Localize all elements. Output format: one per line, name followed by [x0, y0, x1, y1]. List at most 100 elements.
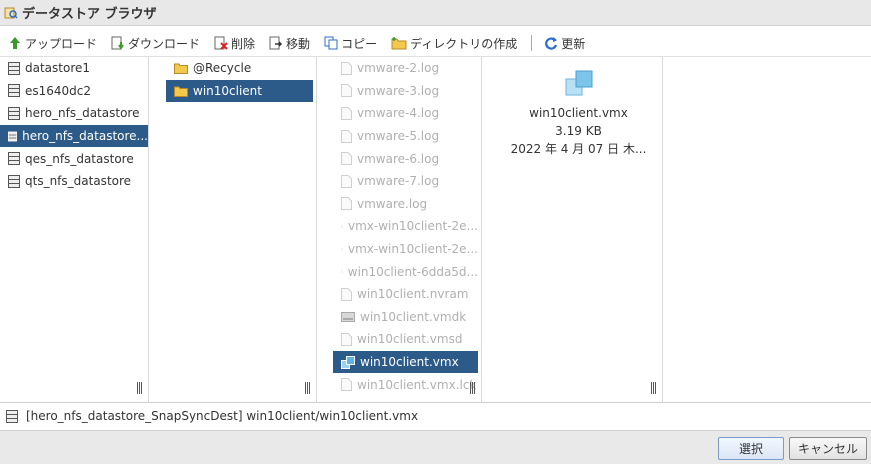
upload-button[interactable]: アップロード [8, 35, 97, 52]
datastore-icon [8, 174, 20, 188]
file-label: vmx-win10client-2e... [348, 242, 478, 257]
file-item[interactable]: vmware.log [333, 193, 478, 216]
file-item[interactable]: vmx-win10client-2e... [333, 215, 478, 238]
datastore-icon [8, 131, 18, 142]
file-label: vmware-4.log [357, 106, 440, 121]
disk-icon [341, 311, 355, 322]
detail-file-date: 2022 年 4 月 07 日 木... [510, 142, 647, 156]
datastore-label: hero_nfs_datastore [25, 106, 140, 121]
file-label: win10client.vmx.lck [357, 377, 477, 392]
file-icon [341, 225, 343, 228]
cancel-button-label: キャンセル [797, 442, 858, 456]
datastore-label: qes_nfs_datastore [25, 151, 134, 166]
move-button[interactable]: 移動 [269, 35, 310, 52]
folder-icon [174, 86, 188, 97]
file-details: win10client.vmx 3.19 KB 2022 年 4 月 07 日 … [495, 57, 662, 157]
datastore-label: es1640dc2 [25, 83, 92, 98]
file-item[interactable]: win10client.vmx.lck [333, 373, 478, 396]
datastore-browser-dialog: データストア ブラウザ アップロード ダウンロード 削除 移動 コピー ディレク… [0, 0, 871, 464]
file-label: vmware-5.log [357, 129, 440, 144]
file-item[interactable]: vmware-6.log [333, 147, 478, 170]
upload-label: アップロード [25, 36, 98, 51]
folder-item-selected[interactable]: win10client [166, 79, 313, 103]
dialog-footer: 選択 キャンセル [0, 430, 871, 464]
file-item[interactable]: vmware-2.log [333, 57, 478, 80]
datastore-label: hero_nfs_datastore... [22, 129, 148, 144]
datastore-label: qts_nfs_datastore [25, 174, 132, 189]
refresh-button[interactable]: 更新 [544, 35, 585, 52]
folder-icon [174, 63, 188, 75]
file-item[interactable]: vmware-7.log [333, 170, 478, 193]
file-list: vmware-2.log vmware-3.log vmware-4.log v… [330, 57, 482, 402]
file-label: vmware-2.log [357, 61, 440, 76]
file-icon [341, 129, 352, 143]
file-label: vmware-6.log [357, 151, 440, 166]
file-item[interactable]: win10client.vmdk [333, 306, 478, 329]
file-icon [341, 197, 352, 211]
folder-list: @Recycle win10client [163, 57, 317, 402]
detail-file-size: 3.19 KB [555, 124, 602, 138]
file-item[interactable]: vmware-4.log [333, 102, 478, 125]
file-icon [341, 174, 352, 188]
column-resize-handle[interactable] [305, 382, 313, 394]
file-item[interactable]: vmware-5.log [333, 125, 478, 148]
datastore-label: datastore1 [25, 61, 91, 76]
refresh-label: 更新 [561, 36, 586, 51]
delete-label: 削除 [231, 36, 256, 51]
datastore-icon [8, 106, 20, 120]
datastore-icon [8, 152, 20, 166]
datastore-item[interactable]: datastore1 [0, 57, 148, 80]
title-bar: データストア ブラウザ [0, 0, 871, 26]
file-item[interactable]: win10client-6dda5d... [333, 260, 478, 283]
datastore-item-selected[interactable]: hero_nfs_datastore... [0, 124, 148, 148]
file-label: win10client.nvram [357, 287, 469, 302]
status-bar: [hero_nfs_datastore_SnapSyncDest] win10c… [0, 402, 871, 429]
new-folder-icon [391, 37, 407, 50]
select-button[interactable]: 選択 [718, 437, 784, 460]
create-directory-button[interactable]: ディレクトリの作成 [391, 35, 517, 52]
column-resize-handle[interactable] [137, 382, 145, 394]
upload-arrow-icon [10, 37, 20, 49]
file-item[interactable]: win10client.vmsd [333, 328, 478, 351]
move-icon [269, 36, 283, 50]
vm-config-large-icon [565, 70, 592, 96]
copy-icon [324, 36, 338, 50]
file-icon [341, 270, 343, 273]
create-directory-label: ディレクトリの作成 [410, 36, 518, 51]
delete-icon [214, 36, 228, 50]
select-button-label: 選択 [738, 442, 763, 456]
folder-item[interactable]: @Recycle [166, 57, 313, 80]
file-item[interactable]: win10client.nvram [333, 283, 478, 306]
copy-button[interactable]: コピー [324, 35, 377, 52]
selected-path: [hero_nfs_datastore_SnapSyncDest] win10c… [26, 409, 419, 423]
folder-label: @Recycle [193, 61, 252, 76]
download-icon [111, 36, 124, 50]
file-icon [341, 84, 352, 98]
cancel-button[interactable]: キャンセル [789, 437, 867, 460]
file-label: vmware.log [357, 196, 428, 211]
file-item[interactable]: vmx-win10client-2e... [333, 238, 478, 261]
vm-config-icon [341, 355, 355, 369]
folder-label: win10client [193, 83, 262, 98]
column-resize-handle[interactable] [470, 382, 478, 394]
copy-label: コピー [341, 36, 378, 51]
datastore-item[interactable]: qts_nfs_datastore [0, 170, 148, 193]
file-label: vmx-win10client-2e... [348, 219, 478, 234]
file-icon [341, 287, 352, 301]
file-icon [341, 332, 352, 346]
file-icon [341, 247, 343, 251]
datastore-icon [6, 409, 18, 423]
file-item-selected[interactable]: win10client.vmx [333, 350, 478, 374]
datastore-item[interactable]: hero_nfs_datastore [0, 102, 148, 125]
file-item[interactable]: vmware-3.log [333, 80, 478, 103]
download-button[interactable]: ダウンロード [111, 35, 200, 52]
datastore-item[interactable]: qes_nfs_datastore [0, 147, 148, 170]
column-resize-handle[interactable] [651, 382, 659, 394]
file-label: win10client-6dda5d... [347, 264, 478, 279]
delete-button[interactable]: 削除 [214, 35, 255, 52]
move-label: 移動 [286, 36, 311, 51]
datastore-list: datastore1 es1640dc2 hero_nfs_datastore … [0, 57, 149, 402]
datastore-item[interactable]: es1640dc2 [0, 80, 148, 103]
download-label: ダウンロード [128, 36, 201, 51]
refresh-icon [545, 37, 558, 50]
